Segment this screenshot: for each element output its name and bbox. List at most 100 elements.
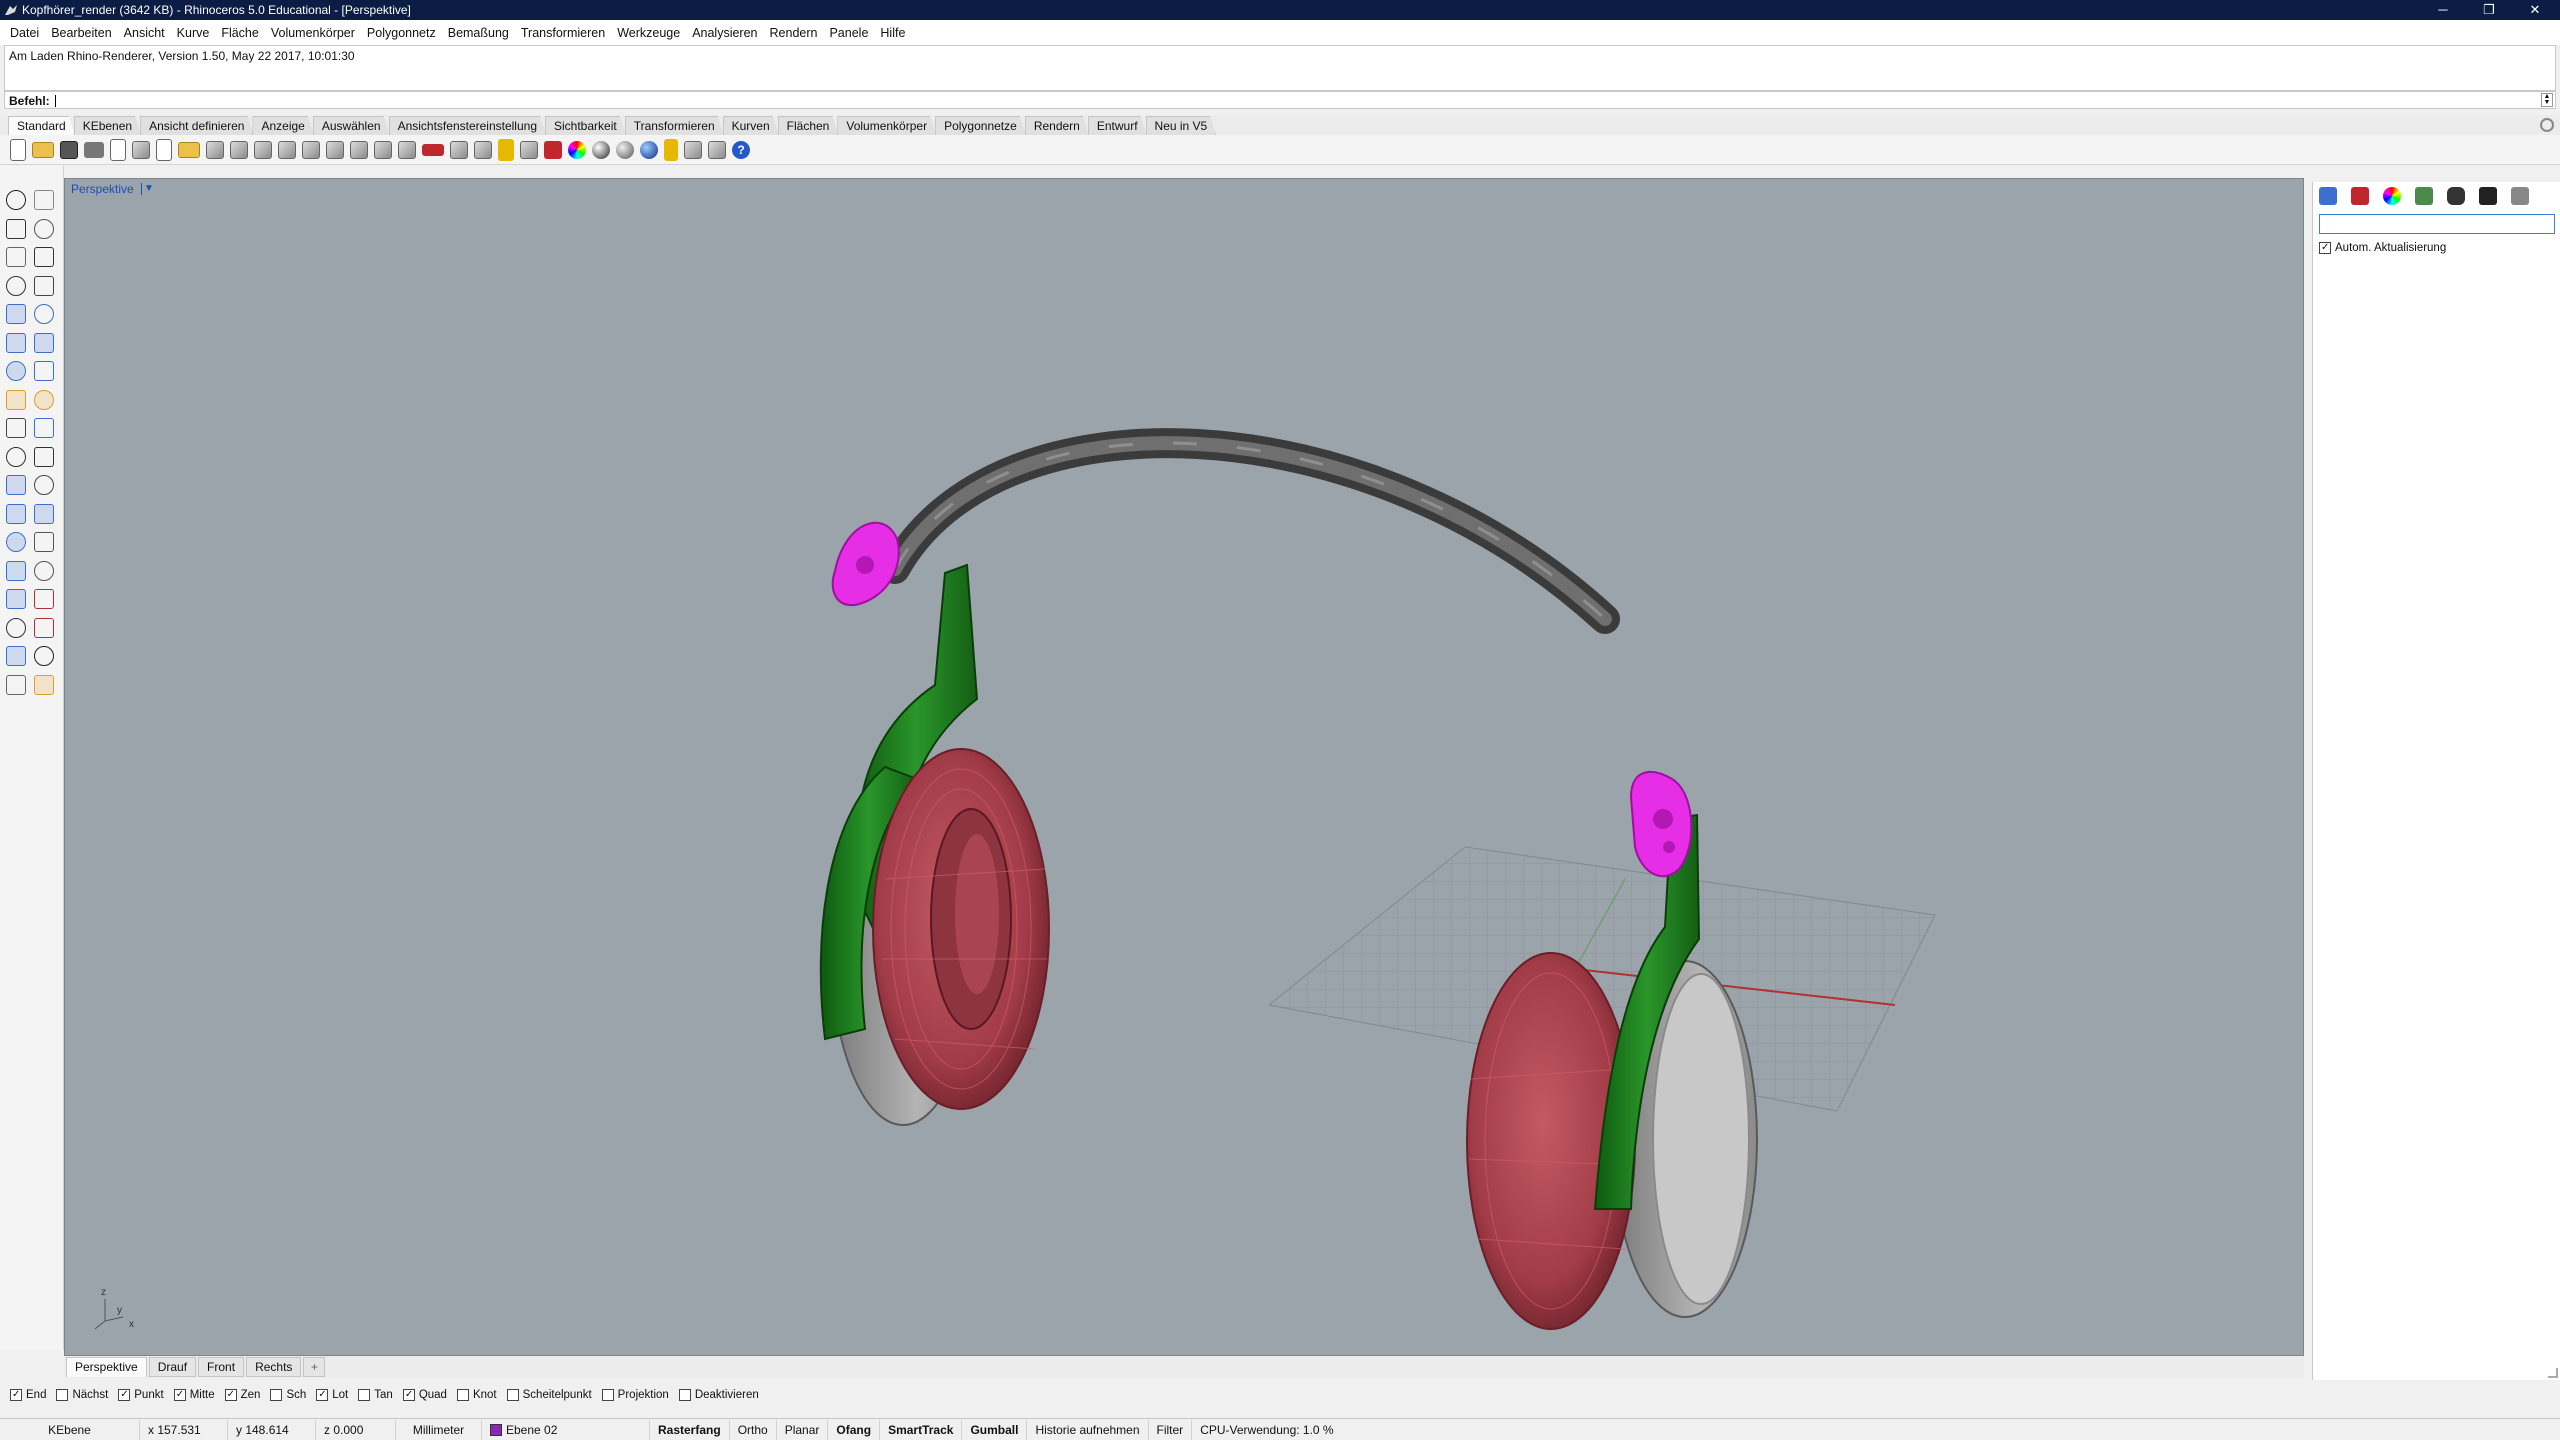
arc-icon[interactable] [34, 247, 54, 267]
revolve-icon[interactable] [34, 332, 54, 353]
properties-panel-icon[interactable] [2319, 187, 2337, 205]
car-icon[interactable] [422, 143, 444, 156]
render-icon[interactable] [544, 140, 562, 159]
viewport-title[interactable]: Perspektive [71, 182, 134, 196]
undo-icon[interactable] [206, 140, 224, 159]
tab-ansicht-definieren[interactable]: Ansicht definieren [140, 116, 253, 135]
viewport-tab-front[interactable]: Front [198, 1357, 245, 1377]
polyline-icon[interactable] [6, 218, 26, 239]
osnap-checkbox[interactable] [506, 1389, 519, 1401]
menu-ansicht[interactable]: Ansicht [118, 26, 171, 40]
blue-ball-icon[interactable] [640, 140, 658, 159]
osnap-tan[interactable]: Tan [358, 1389, 393, 1401]
cut-icon[interactable] [132, 140, 150, 159]
block-icon[interactable] [6, 646, 26, 666]
command-line[interactable]: Befehl: ▲ ▼ [4, 91, 2556, 109]
pan-hand-icon[interactable] [230, 140, 248, 159]
status-current-layer[interactable]: Ebene 02 [482, 1419, 650, 1440]
zoom-extents-icon[interactable] [326, 140, 344, 159]
point-icon[interactable] [34, 190, 54, 210]
status-rasterfang[interactable]: Rasterfang [650, 1419, 730, 1440]
tab-ansichtsfenstereinstellung[interactable]: Ansichtsfenstereinstellung [389, 116, 546, 135]
open-folder-icon[interactable] [32, 141, 54, 158]
osnap-projektion[interactable]: Projektion [601, 1389, 669, 1401]
tab-auswaehlen[interactable]: Auswählen [313, 116, 390, 135]
zoom-selected-icon[interactable] [350, 140, 368, 159]
materials-panel-icon[interactable] [2383, 187, 2401, 205]
osnap-sch[interactable]: Sch [270, 1389, 306, 1401]
settings-icon[interactable] [684, 140, 702, 159]
circle-icon[interactable] [6, 247, 26, 267]
tab-rendern[interactable]: Rendern [1025, 116, 1089, 135]
osnap-knot[interactable]: Knot [456, 1389, 497, 1401]
osnap-mitte[interactable]: Mitte [173, 1389, 215, 1401]
paste-icon[interactable] [178, 141, 200, 158]
osnap-checkbox[interactable] [358, 1389, 371, 1401]
osnap-scheitelpunkt[interactable]: Scheitelpunkt [506, 1389, 592, 1401]
osnap-checkbox[interactable] [402, 1389, 415, 1401]
shell-icon[interactable] [34, 475, 54, 495]
osnap-checkbox[interactable] [316, 1389, 329, 1401]
osnap-quad[interactable]: Quad [402, 1389, 447, 1401]
osnap-checkbox[interactable] [118, 1389, 131, 1401]
osnap-checkbox[interactable] [456, 1389, 469, 1401]
boolean-icon[interactable] [6, 418, 26, 438]
tab-volumenkoerper[interactable]: Volumenkörper [837, 116, 936, 135]
tab-polygonnetze[interactable]: Polygonnetze [935, 116, 1026, 135]
osnap-zen[interactable]: Zen [224, 1389, 260, 1401]
cap-icon[interactable] [6, 475, 26, 495]
viewport-tab-perspektive[interactable]: Perspektive [66, 1357, 147, 1377]
options-icon[interactable] [664, 138, 678, 161]
menu-werkzeuge[interactable]: Werkzeuge [611, 26, 686, 40]
analyze-icon[interactable] [34, 589, 54, 609]
tab-flaechen[interactable]: Flächen [778, 116, 839, 135]
lock-icon[interactable] [520, 140, 538, 159]
pin-icon[interactable] [34, 617, 54, 638]
move-icon[interactable] [254, 140, 272, 159]
status-smarttrack[interactable]: SmartTrack [880, 1419, 963, 1440]
auto-update-option[interactable]: Autom. Aktualisierung [2319, 242, 2446, 254]
command-input-caret[interactable] [55, 95, 56, 107]
viewport-tab-drauf[interactable]: Drauf [148, 1357, 197, 1377]
rectangle-icon[interactable] [34, 275, 54, 296]
save-icon[interactable] [60, 140, 78, 159]
dimension-icon[interactable] [34, 532, 54, 552]
check-icon[interactable] [34, 646, 54, 666]
command-spinner-icon[interactable]: ▲ ▼ [2541, 93, 2553, 107]
osnap-checkbox[interactable] [10, 1389, 22, 1401]
panel-search-input[interactable] [2319, 214, 2555, 234]
help-icon[interactable]: ? [732, 140, 750, 159]
sphere-icon[interactable] [34, 361, 54, 381]
menu-hilfe[interactable]: Hilfe [874, 26, 911, 40]
osnap-checkbox[interactable] [56, 1389, 69, 1401]
bulb-icon[interactable] [498, 138, 514, 161]
osnap-checkbox[interactable] [224, 1389, 237, 1401]
scene-canvas[interactable]: z y x [65, 179, 2304, 1356]
curve-icon[interactable] [34, 218, 54, 239]
select-arrow-icon[interactable] [6, 190, 26, 210]
osnap-end[interactable]: End [10, 1389, 46, 1401]
tab-sichtbarkeit[interactable]: Sichtbarkeit [545, 116, 626, 135]
panel-resize-grip-icon[interactable] [2548, 1368, 2558, 1378]
menu-polygonnetz[interactable]: Polygonnetz [361, 26, 442, 40]
print-icon[interactable] [84, 141, 104, 158]
status-planar[interactable]: Planar [777, 1419, 829, 1440]
grid-array-icon[interactable] [6, 617, 26, 638]
menu-rendern[interactable]: Rendern [764, 26, 824, 40]
rotate-view-icon[interactable] [374, 140, 392, 159]
import-icon[interactable] [110, 138, 126, 161]
render-mesh-icon[interactable] [6, 674, 26, 695]
osnap-punkt[interactable]: Punkt [118, 1389, 164, 1401]
status-gumball[interactable]: Gumball [962, 1419, 1028, 1440]
add-viewport-tab-icon[interactable]: + [303, 1357, 326, 1377]
tab-neu-in-v5[interactable]: Neu in V5 [1146, 116, 1217, 135]
menu-kurve[interactable]: Kurve [171, 26, 216, 40]
color-wheel-icon[interactable] [568, 140, 586, 159]
extrude-icon[interactable] [6, 389, 26, 410]
menu-panele[interactable]: Panele [823, 26, 874, 40]
osnap-checkbox[interactable] [173, 1389, 186, 1401]
environment-panel-icon[interactable] [2415, 187, 2433, 205]
box-icon[interactable] [6, 361, 26, 381]
transform-icon[interactable] [6, 560, 26, 581]
explode-icon[interactable] [34, 418, 54, 438]
